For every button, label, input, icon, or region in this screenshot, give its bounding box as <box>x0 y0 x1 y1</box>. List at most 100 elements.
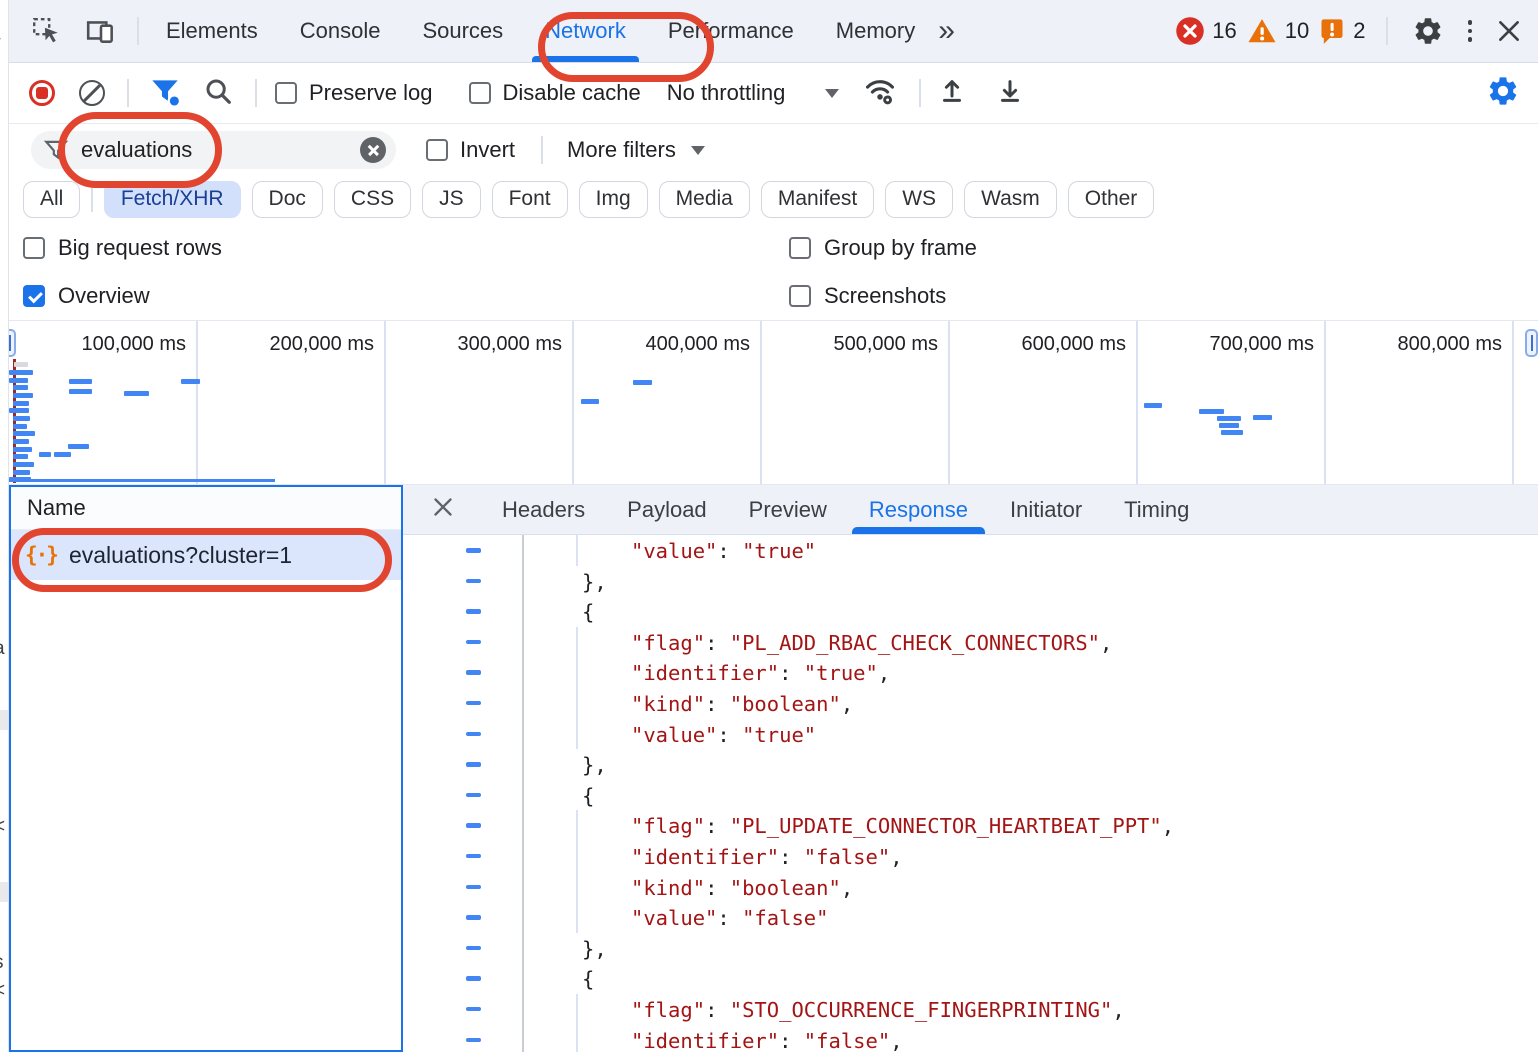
import-har-icon[interactable] <box>937 76 967 111</box>
code-line: "identifier": "false", <box>403 1025 1538 1052</box>
code-text: "flag": "STO_OCCURRENCE_FINGERPRINTING", <box>631 996 1125 1024</box>
chip-other[interactable]: Other <box>1068 181 1155 218</box>
invert-label: Invert <box>460 137 515 163</box>
timeline-request-bar <box>13 439 29 444</box>
search-icon[interactable] <box>203 76 233 111</box>
big-request-rows-toggle[interactable]: Big request rows <box>23 235 222 261</box>
record-icon[interactable] <box>29 80 55 106</box>
group-by-frame-label: Group by frame <box>824 235 977 261</box>
tab-network[interactable]: Network <box>524 0 647 62</box>
chip-manifest[interactable]: Manifest <box>761 181 874 218</box>
invert-checkbox[interactable] <box>426 139 448 161</box>
more-tabs-chevron[interactable]: » <box>938 16 955 46</box>
big-request-rows-checkbox[interactable] <box>23 237 45 259</box>
network-settings-gear-icon[interactable] <box>1486 74 1520 113</box>
chip-img[interactable]: Img <box>579 181 648 218</box>
detail-tab-headers[interactable]: Headers <box>481 485 606 534</box>
filter-funnel-icon[interactable] <box>149 75 181 112</box>
export-har-icon[interactable] <box>995 76 1025 111</box>
disable-cache-checkbox[interactable] <box>469 82 491 104</box>
close-details-icon[interactable] <box>431 495 455 524</box>
chip-wasm[interactable]: Wasm <box>964 181 1057 218</box>
invert-filter-toggle[interactable]: Invert <box>426 137 515 163</box>
gutter-marker-dash <box>466 670 481 675</box>
code-line: { <box>403 963 1538 994</box>
warning-count-badge[interactable]: 10 <box>1246 16 1309 46</box>
timeline-gridline <box>1512 321 1514 484</box>
response-source-viewer[interactable]: "value": "true"},{"flag": "PL_ADD_RBAC_C… <box>403 535 1538 1052</box>
group-by-frame-toggle[interactable]: Group by frame <box>789 235 977 261</box>
detail-tab-initiator[interactable]: Initiator <box>989 485 1103 534</box>
detail-tab-payload[interactable]: Payload <box>606 485 728 534</box>
timeline-request-bar <box>13 431 35 436</box>
timeline-tick-label: 100,000 ms <box>36 333 186 356</box>
timeline-request-bar <box>1217 416 1241 421</box>
error-count-badge[interactable]: 16 <box>1175 16 1236 46</box>
chip-fetch-xhr[interactable]: Fetch/XHR <box>104 181 241 218</box>
detail-tab-preview[interactable]: Preview <box>728 485 848 534</box>
chip-font[interactable]: Font <box>492 181 568 218</box>
chip-ws[interactable]: WS <box>885 181 953 218</box>
gutter-marker-dash <box>466 1007 481 1012</box>
code-text: }, <box>582 568 607 596</box>
clear-icon[interactable] <box>79 80 105 106</box>
code-line: "value": "true" <box>403 719 1538 750</box>
overview-checkbox[interactable] <box>23 285 45 307</box>
network-overview-timeline[interactable]: 100,000 ms200,000 ms300,000 ms400,000 ms… <box>9 320 1538 485</box>
tab-sources[interactable]: Sources <box>401 0 524 62</box>
timeline-request-bar <box>13 393 33 398</box>
close-icon[interactable] <box>1496 18 1522 44</box>
timeline-total-bar <box>9 479 275 482</box>
detail-tab-timing[interactable]: Timing <box>1103 485 1210 534</box>
timeline-gridline <box>196 321 198 484</box>
request-row[interactable]: {·} evaluations?cluster=1 <box>11 530 401 580</box>
code-line: "identifier": "true", <box>403 657 1538 688</box>
disable-cache-toggle[interactable]: Disable cache <box>469 80 641 106</box>
screenshots-checkbox[interactable] <box>789 285 811 307</box>
filter-funnel-outline-icon <box>43 137 69 163</box>
chip-js[interactable]: JS <box>422 181 481 218</box>
code-text: "flag": "PL_UPDATE_CONNECTOR_HEARTBEAT_P… <box>631 812 1174 840</box>
timeline-request-bar <box>13 470 30 475</box>
chip-media[interactable]: Media <box>659 181 750 218</box>
preserve-log-checkbox[interactable] <box>275 82 297 104</box>
network-options: Big request rows Group by frame Overview… <box>9 222 1538 320</box>
tab-elements[interactable]: Elements <box>145 0 279 62</box>
inspect-icon[interactable] <box>31 16 61 46</box>
clear-filter-icon[interactable] <box>360 137 386 163</box>
settings-gear-icon[interactable] <box>1412 15 1444 47</box>
group-by-frame-checkbox[interactable] <box>789 237 811 259</box>
tab-performance[interactable]: Performance <box>647 0 815 62</box>
chip-css[interactable]: CSS <box>334 181 411 218</box>
timeline-range-handle[interactable] <box>1525 329 1538 357</box>
error-icon <box>1175 16 1205 46</box>
tab-console[interactable]: Console <box>279 0 402 62</box>
code-text: "identifier": "true", <box>631 659 890 687</box>
device-toolbar-icon[interactable] <box>85 16 117 46</box>
issues-count-badge[interactable]: 2 <box>1318 17 1365 45</box>
screenshots-toggle[interactable]: Screenshots <box>789 283 946 309</box>
timeline-request-bar <box>1199 409 1224 414</box>
gutter-marker-dash <box>466 640 481 645</box>
gutter-marker-dash <box>466 946 481 951</box>
throttling-select[interactable]: No throttling <box>667 80 840 106</box>
name-column-header[interactable]: Name <box>11 487 401 530</box>
timeline-request-bar <box>13 424 27 429</box>
timeline-range-handle[interactable] <box>9 329 16 357</box>
more-filters-button[interactable]: More filters <box>567 137 705 163</box>
chip-all[interactable]: All <box>23 181 80 218</box>
chip-doc[interactable]: Doc <box>252 181 323 218</box>
tab-memory[interactable]: Memory <box>815 0 936 62</box>
network-conditions-icon[interactable] <box>863 75 897 112</box>
overview-toggle[interactable]: Overview <box>23 283 150 309</box>
more-options-icon[interactable] <box>1468 20 1473 42</box>
issues-count: 2 <box>1353 18 1365 44</box>
indent-guide <box>576 872 578 903</box>
preserve-log-toggle[interactable]: Preserve log <box>275 80 433 106</box>
filter-input[interactable]: evaluations <box>31 131 396 169</box>
page-text-fragment: / <box>0 36 1 59</box>
detail-tab-response[interactable]: Response <box>848 485 989 534</box>
timeline-request-bar <box>13 385 28 390</box>
devtools-panel: ElementsConsoleSourcesNetworkPerformance… <box>8 0 1538 1052</box>
timeline-tick-label: 300,000 ms <box>412 333 562 356</box>
